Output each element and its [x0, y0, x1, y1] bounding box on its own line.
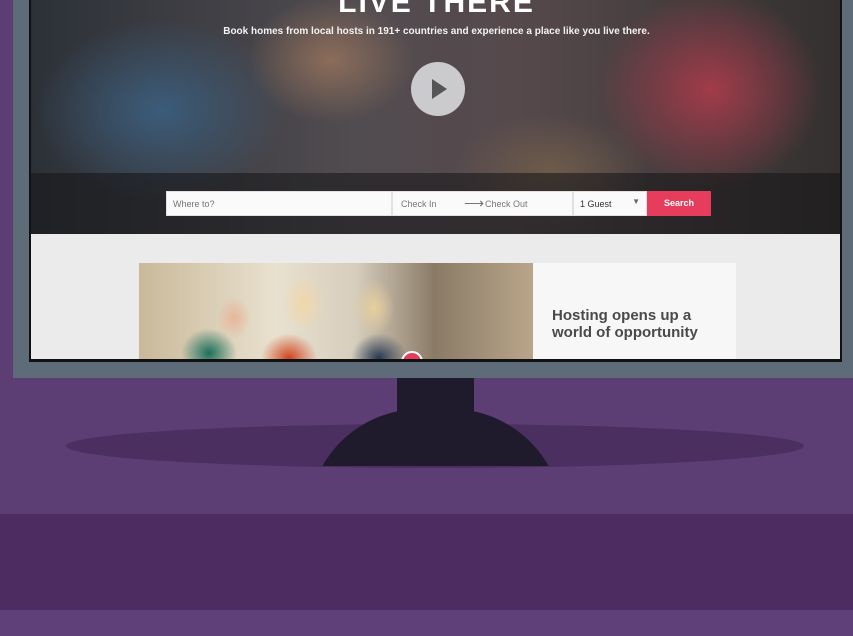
hosting-promo-section: Hosting opens up a world of opportunity [31, 234, 840, 359]
chevron-down-icon: ▼ [632, 197, 640, 206]
arrow-right-icon: ⟶ [464, 195, 485, 211]
search-bar: Check In ⟶ Check Out 1 Guest ▼ Search [166, 191, 711, 216]
desk-surface [0, 514, 853, 610]
hero-section: LIVE THERE Book homes from local hosts i… [31, 0, 840, 234]
hosting-photo [139, 263, 533, 359]
where-to-input[interactable] [166, 191, 392, 216]
play-icon [432, 79, 447, 99]
guests-value: 1 Guest [580, 199, 612, 209]
check-in-field[interactable]: Check In [401, 199, 437, 209]
monitor-stand-neck [397, 372, 474, 422]
monitor-screen: LIVE THERE Book homes from local hosts i… [29, 0, 842, 362]
play-video-button[interactable] [411, 62, 465, 116]
hosting-promo-panel: Hosting opens up a world of opportunity [533, 263, 736, 359]
hosting-promo-title: Hosting opens up a world of opportunity [552, 307, 698, 341]
check-out-field[interactable]: Check Out [485, 199, 528, 209]
brand-badge-icon [401, 351, 423, 359]
search-button[interactable]: Search [647, 191, 711, 216]
date-range-picker[interactable]: Check In ⟶ Check Out [392, 191, 573, 216]
hero-title: LIVE THERE [338, 0, 535, 19]
desk-edge [0, 610, 853, 636]
guests-select[interactable]: 1 Guest ▼ [573, 191, 647, 216]
hero-subtitle: Book homes from local hosts in 191+ coun… [223, 26, 650, 37]
